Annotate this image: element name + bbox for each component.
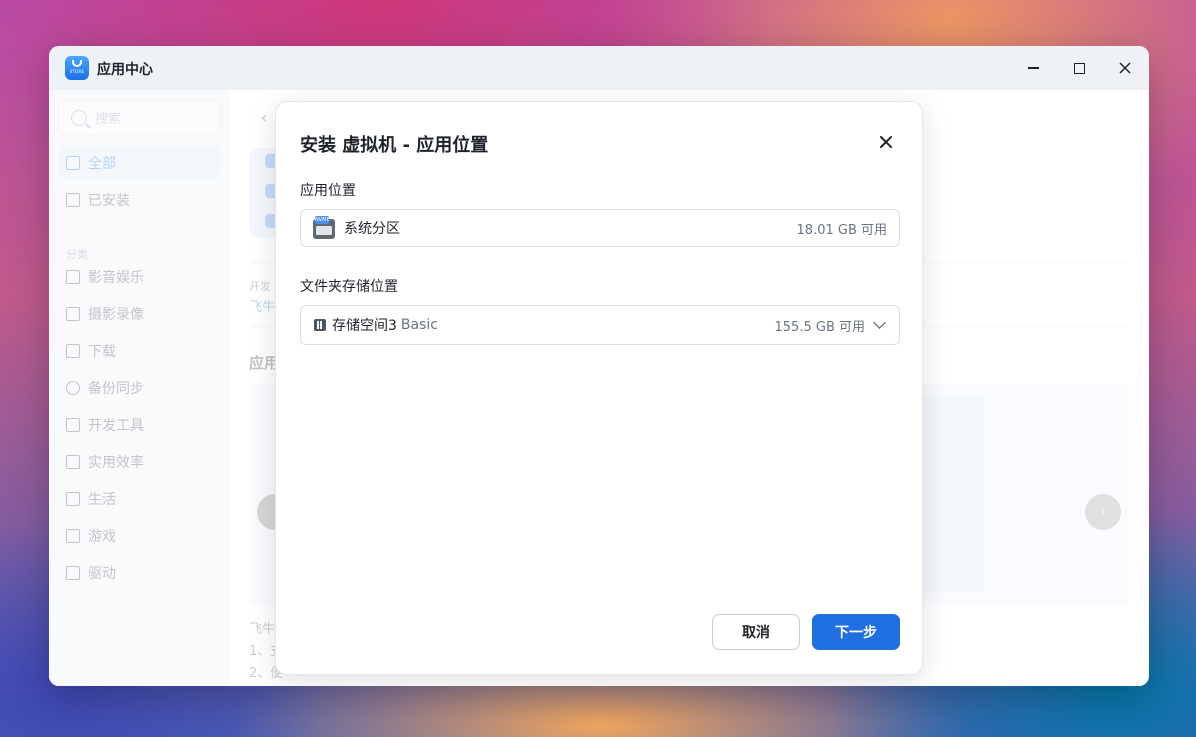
next-button[interactable]: 下一步 [812, 614, 900, 650]
dialog-close-button[interactable] [876, 132, 896, 152]
ssd-drive-icon: NVME [312, 216, 336, 240]
app-center-window: STORE 应用中心 搜索 全部 已安装 分类 影音娱乐 摄影录像 下载 备份同… [49, 46, 1149, 686]
folder-location-select[interactable]: 存储空间3 Basic 155.5 GB 可用 [300, 305, 900, 345]
close-window-button[interactable] [1115, 58, 1135, 78]
folder-location-value: 存储空间3 [332, 318, 397, 334]
app-location-label: 应用位置 [300, 183, 356, 199]
close-icon [1119, 62, 1131, 74]
app-location-value: 系统分区 [344, 221, 400, 237]
minimize-button[interactable] [1023, 58, 1043, 78]
storage-pool-icon [314, 319, 326, 331]
folder-location-type: Basic [400, 317, 438, 333]
app-location-free-space: 18.01 GB 可用 [796, 222, 887, 238]
chevron-down-icon [873, 316, 886, 329]
folder-location-label: 文件夹存储位置 [300, 279, 398, 295]
app-location-field: NVME 系统分区 18.01 GB 可用 [300, 209, 900, 247]
folder-location-free-space: 155.5 GB 可用 [774, 319, 865, 335]
minimize-icon [1027, 67, 1039, 69]
maximize-button[interactable] [1069, 58, 1089, 78]
maximize-icon [1073, 62, 1085, 74]
install-location-dialog: 安装 虚拟机 - 应用位置 应用位置 NVME 系统分区 18.01 GB 可用… [275, 101, 923, 675]
dialog-title: 安装 虚拟机 - 应用位置 [300, 135, 489, 156]
cancel-button[interactable]: 取消 [712, 614, 800, 650]
title-bar[interactable]: STORE 应用中心 [49, 46, 1149, 90]
app-store-logo-icon: STORE [65, 56, 89, 80]
close-icon [880, 136, 892, 148]
app-title: 应用中心 [97, 62, 153, 78]
